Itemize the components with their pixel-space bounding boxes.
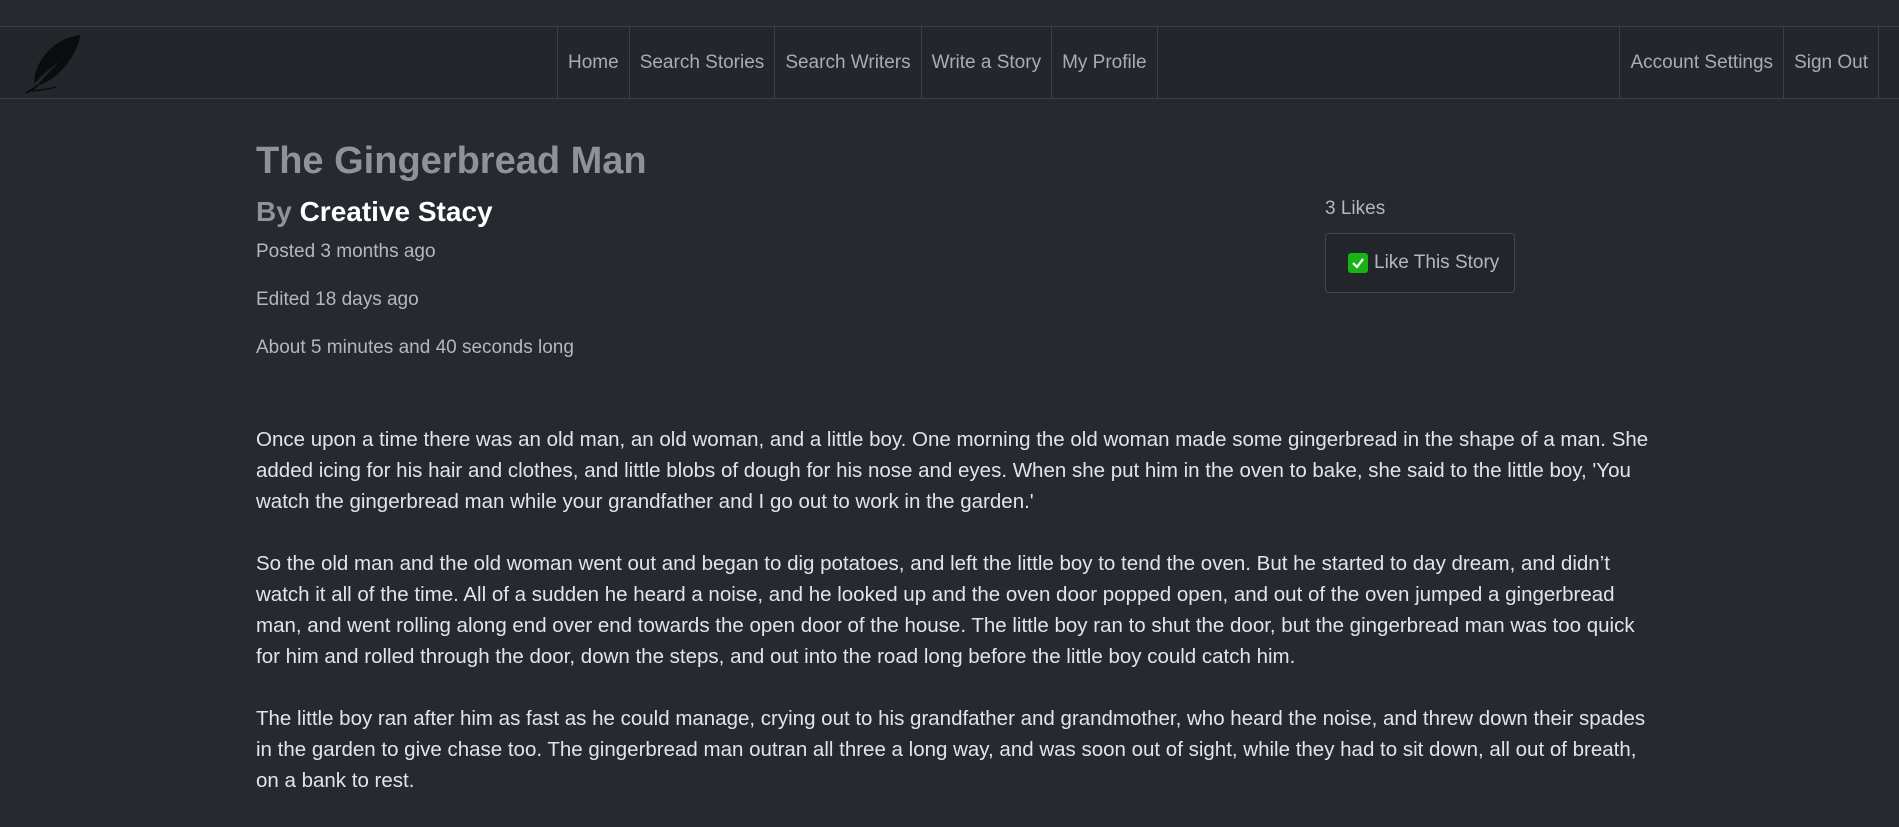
story-title: The Gingerbread Man bbox=[256, 140, 647, 182]
story-byline: By Creative Stacy bbox=[256, 196, 493, 228]
account-nav: Account Settings Sign Out bbox=[1619, 27, 1879, 98]
story-body: Once upon a time there was an old man, a… bbox=[256, 424, 1656, 827]
nav-sign-out[interactable]: Sign Out bbox=[1783, 27, 1879, 98]
quill-feather-icon[interactable] bbox=[22, 31, 86, 95]
like-button-label: Like This Story bbox=[1374, 252, 1500, 273]
story-paragraph: The little boy ran after him as fast as … bbox=[256, 707, 1646, 792]
nav-account-settings[interactable]: Account Settings bbox=[1619, 27, 1783, 98]
reading-length: About 5 minutes and 40 seconds long bbox=[256, 337, 574, 358]
navbar: Home Search Stories Search Writers Write… bbox=[0, 26, 1899, 99]
nav-search-stories[interactable]: Search Stories bbox=[628, 27, 775, 98]
author-link[interactable]: Creative Stacy bbox=[300, 196, 493, 227]
likes-count: 3 Likes bbox=[1325, 198, 1386, 219]
nav-my-profile[interactable]: My Profile bbox=[1051, 27, 1158, 98]
byline-prefix: By bbox=[256, 196, 292, 227]
posted-date: Posted 3 months ago bbox=[256, 241, 436, 262]
edited-date: Edited 18 days ago bbox=[256, 289, 419, 310]
like-story-button[interactable]: Like This Story bbox=[1325, 233, 1515, 293]
nav-search-writers[interactable]: Search Writers bbox=[774, 27, 920, 98]
nav-write-story[interactable]: Write a Story bbox=[920, 27, 1051, 98]
story-paragraph: So the old man and the old woman went ou… bbox=[256, 552, 1635, 668]
nav-home[interactable]: Home bbox=[557, 27, 629, 98]
checkbox-checked-icon bbox=[1348, 253, 1368, 273]
main-nav: Home Search Stories Search Writers Write… bbox=[557, 27, 1158, 98]
story-paragraph: Once upon a time there was an old man, a… bbox=[256, 428, 1649, 513]
